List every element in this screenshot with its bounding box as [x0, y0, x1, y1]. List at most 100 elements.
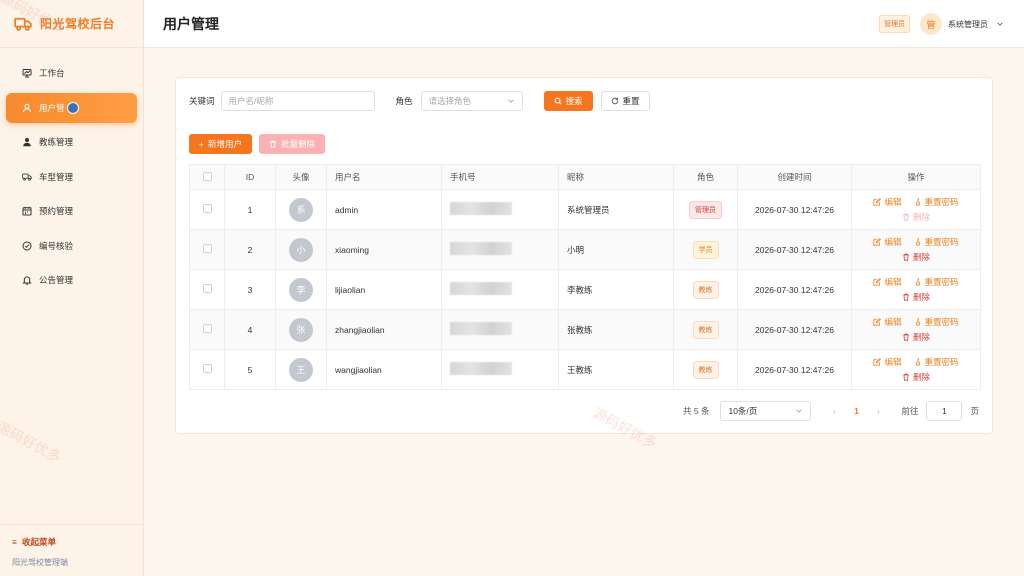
reset-button[interactable]: 重置	[600, 91, 650, 111]
role-select[interactable]: 请选择角色	[420, 91, 523, 111]
table-body: 1 系 admin 系统管理员 管理员 2026-07-30 12:47:26 编辑 重置密码…	[189, 189, 981, 390]
cell-actions: 编辑 重置密码 删除	[851, 229, 981, 270]
batch-delete-label: 批量删除	[280, 139, 315, 149]
select-all-checkbox-cell[interactable]	[189, 164, 225, 190]
batch-delete-button[interactable]: 批量删除	[258, 134, 325, 154]
reset-password-button[interactable]: 重置密码	[914, 315, 959, 330]
cell-id: 5	[224, 349, 276, 390]
cell-phone	[441, 189, 559, 230]
sidebar-item-4[interactable]: 预约管理	[6, 196, 137, 226]
sidebar-item-0[interactable]: 工作台	[6, 58, 137, 88]
collapse-menu-label: 收起菜单	[21, 537, 56, 547]
cell-created: 2026-07-30 12:47:26	[737, 349, 852, 390]
delete-button[interactable]: 删除	[902, 250, 930, 265]
table-row[interactable]: 2 小 xiaoming 小明 学员 2026-07-30 12:47:26 编辑 重置密码删…	[189, 229, 981, 270]
row-checkbox[interactable]	[202, 284, 212, 293]
cell-avatar: 系	[275, 189, 327, 230]
avatar[interactable]: 管	[920, 13, 942, 35]
sidebar-item-5[interactable]: 编号核验	[6, 231, 137, 261]
edit-button[interactable]: 编辑	[873, 195, 902, 210]
key-icon	[914, 198, 922, 206]
keyword-placeholder: 用户名/昵称	[228, 96, 274, 106]
delete-button[interactable]: 删除	[902, 330, 930, 345]
edit-button[interactable]: 编辑	[873, 235, 902, 250]
key-icon	[914, 238, 922, 246]
reset-password-button[interactable]: 重置密码	[914, 275, 959, 290]
row-checkbox-cell[interactable]	[189, 269, 225, 310]
delete-button[interactable]: 删除	[902, 290, 930, 305]
table-row[interactable]: 5 王 wangjiaolian 王教练 教练 2026-07-30 12:47:26 编辑…	[189, 349, 981, 390]
delete-label: 删除	[912, 211, 930, 222]
row-checkbox[interactable]	[202, 364, 212, 373]
edit-button[interactable]: 编辑	[873, 355, 902, 370]
cell-actions: 编辑 重置密码 删除	[851, 349, 981, 390]
page-size-select[interactable]: 10条/页	[720, 401, 812, 421]
reset-password-button[interactable]: 重置密码	[914, 235, 959, 250]
delete-label: 删除	[912, 291, 930, 302]
trash-icon	[902, 253, 910, 261]
sidebar-item-label: 教练管理	[39, 137, 74, 147]
reset-password-button[interactable]: 重置密码	[914, 195, 959, 210]
row-checkbox[interactable]	[202, 204, 212, 213]
row-checkbox-cell[interactable]	[189, 229, 225, 270]
cell-avatar: 李	[275, 269, 327, 310]
chevron-down-icon	[796, 409, 803, 413]
avatar: 小	[289, 237, 313, 262]
reset-password-label: 重置密码	[924, 196, 959, 207]
user-table: ID 头像 用户名 手机号 昵称 角色 创建时间 操作 1 系 admin 系统管理员…	[189, 164, 981, 390]
keyword-input[interactable]: 用户名/昵称	[220, 91, 375, 111]
sidebar-item-3[interactable]: 车型管理	[6, 162, 137, 192]
row-checkbox-cell[interactable]	[189, 189, 225, 230]
row-checkbox[interactable]	[202, 244, 212, 253]
bell-icon	[22, 275, 32, 285]
goto-page-input[interactable]: 1	[926, 401, 963, 421]
select-all-checkbox[interactable]	[202, 171, 212, 181]
table-row[interactable]: 1 系 admin 系统管理员 管理员 2026-07-30 12:47:26 编辑 重置密码…	[189, 189, 981, 230]
table-header-row: ID 头像 用户名 手机号 昵称 角色 创建时间 操作	[189, 164, 981, 190]
sidebar-item-6[interactable]: 公告管理	[6, 265, 137, 295]
add-user-button[interactable]: + 新增用户	[189, 134, 252, 154]
edit-button[interactable]: 编辑	[873, 315, 902, 330]
delete-button[interactable]: 删除	[902, 370, 930, 385]
edit-button[interactable]: 编辑	[873, 275, 902, 290]
column-header-avatar: 头像	[275, 164, 327, 190]
edit-icon	[873, 238, 882, 246]
chevron-down-icon[interactable]	[996, 20, 1004, 28]
collapse-menu-button[interactable]: ≡ 收起菜单	[12, 536, 132, 548]
row-checkbox[interactable]	[202, 324, 212, 333]
column-header-id: ID	[224, 164, 276, 190]
page-number-current[interactable]: 1	[849, 406, 863, 416]
row-checkbox-cell[interactable]	[189, 309, 225, 350]
cell-role: 教练	[673, 309, 738, 350]
prev-page-icon[interactable]: ‹	[827, 406, 841, 416]
edit-label: 编辑	[884, 196, 902, 207]
phone-redacted	[450, 362, 512, 375]
cell-username: zhangjiaolian	[326, 309, 442, 350]
user-name[interactable]: 系统管理员	[948, 19, 988, 30]
sidebar-item-1[interactable]: 用户管	[6, 92, 137, 123]
sidebar-item-2[interactable]: 教练管理	[6, 127, 137, 157]
table-row[interactable]: 3 李 lijiaolian 李教练 教练 2026-07-30 12:47:26 编辑 重置…	[189, 269, 981, 310]
row-checkbox-cell[interactable]	[189, 349, 225, 390]
user-menu[interactable]: 管理员 管 系统管理员	[879, 13, 1004, 35]
search-button[interactable]: 搜索	[543, 91, 593, 111]
reset-password-button[interactable]: 重置密码	[914, 355, 959, 370]
truck-logo-icon	[14, 17, 32, 31]
cell-nickname: 李教练	[558, 269, 674, 310]
edit-icon	[873, 278, 882, 286]
dashboard-icon	[22, 68, 32, 78]
sidebar-item-label: 预约管理	[39, 206, 74, 216]
role-tag: 教练	[692, 320, 719, 339]
table-row[interactable]: 4 张 zhangjiaolian 张教练 教练 2026-07-30 12:47:26 编…	[189, 309, 981, 350]
cell-id: 4	[224, 309, 276, 350]
sidebar-footer-text: 阳光驾校管理端	[12, 558, 68, 567]
column-header-username: 用户名	[326, 164, 442, 190]
delete-label: 删除	[912, 371, 930, 382]
cell-role: 教练	[673, 269, 738, 310]
cell-created: 2026-07-30 12:47:26	[737, 189, 852, 230]
cell-nickname: 张教练	[558, 309, 674, 350]
delete-button[interactable]: 删除	[902, 210, 930, 225]
next-page-icon[interactable]: ›	[871, 406, 885, 416]
edit-icon	[873, 358, 882, 366]
cell-phone	[441, 309, 559, 350]
